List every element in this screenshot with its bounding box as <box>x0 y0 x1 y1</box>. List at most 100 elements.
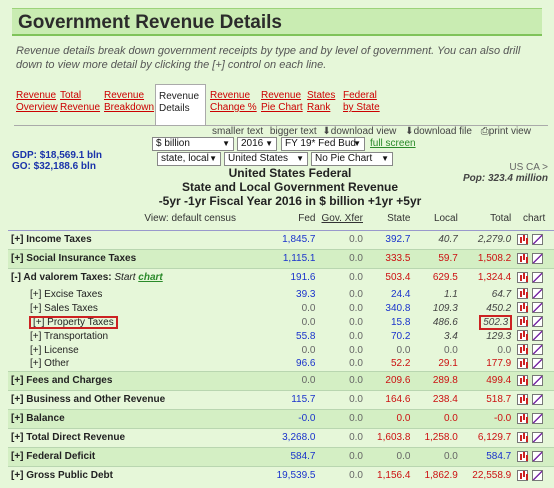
row-label[interactable]: [+] Sales Taxes <box>8 301 239 315</box>
bar-chart-icon[interactable] <box>517 316 529 328</box>
line-chart-icon[interactable] <box>532 344 544 356</box>
line-chart-icon[interactable] <box>532 288 544 300</box>
level-select[interactable]: state, local ▼ <box>157 152 221 166</box>
fed-value: 3,268.0 <box>238 427 319 447</box>
tab-total-revenue[interactable]: Total Revenue <box>60 90 100 114</box>
col-total[interactable]: Total <box>460 208 515 231</box>
tab-revenue-change[interactable]: Revenue Change % <box>210 90 258 114</box>
total-value: 502.3 <box>461 314 514 330</box>
row-label[interactable]: [+] Total Direct Revenue <box>8 427 239 447</box>
col-gov-xfer[interactable]: Gov. Xfer <box>318 208 366 231</box>
bar-chart-icon[interactable] <box>517 252 529 264</box>
row-label-text[interactable]: [-] Ad valorem Taxes: <box>11 272 112 283</box>
tab-federal-by-state[interactable]: Federal by State <box>343 90 383 114</box>
row-label[interactable]: [+] License <box>8 343 239 357</box>
col-state[interactable]: State <box>366 208 414 231</box>
col-view: View: default census <box>8 208 239 231</box>
state-value: 1,156.4 <box>366 465 414 485</box>
line-chart-icon[interactable] <box>532 393 544 405</box>
bar-chart-icon[interactable] <box>517 358 529 370</box>
bar-chart-icon[interactable] <box>517 450 529 462</box>
tab-revenue-breakdown[interactable]: Revenue Breakdown <box>104 90 156 114</box>
line-chart-icon[interactable] <box>532 330 544 342</box>
row-label[interactable]: [+] Federal Deficit <box>8 446 239 466</box>
state-value: 164.6 <box>366 389 414 409</box>
row-label[interactable]: [+] Transportation <box>8 329 239 343</box>
row-label: [-] Ad valorem Taxes: Start chart <box>8 267 239 287</box>
tab-revenue-details[interactable]: Revenue Details <box>155 84 206 126</box>
row-label[interactable]: [+] Social Insurance Taxes <box>8 248 239 268</box>
bar-chart-icon[interactable] <box>517 233 529 245</box>
chart-links <box>514 329 554 343</box>
state-value: 70.2 <box>390 330 411 342</box>
region-nav[interactable]: US CA > <box>463 162 548 173</box>
row-label[interactable]: [+] Gross Public Debt <box>8 465 239 485</box>
row-label[interactable]: [+] Business and Other Revenue <box>8 389 239 409</box>
download-view-link[interactable]: ⬇download view <box>322 126 396 137</box>
col-fed[interactable]: Fed <box>238 208 319 231</box>
line-chart-icon[interactable] <box>532 252 544 264</box>
download-icon: ⬇ <box>405 126 414 137</box>
budget-select[interactable]: FY 19* Fed Bud ▼ <box>281 137 365 151</box>
row-label[interactable]: [+] Other <box>8 357 239 371</box>
chevron-down-icon: ▼ <box>353 139 361 148</box>
smaller-text-link[interactable]: smaller text <box>212 126 263 137</box>
bar-chart-icon[interactable] <box>517 393 529 405</box>
line-chart-icon[interactable] <box>532 302 544 314</box>
col-local[interactable]: Local <box>413 208 461 231</box>
local-value: 1.1 <box>443 288 458 300</box>
row-label[interactable]: [+] Fees and Charges <box>8 370 239 390</box>
heading-line3: -5yr -1yr Fiscal Year 2016 in $ billion … <box>158 194 422 208</box>
local-value: 486.6 <box>432 316 458 328</box>
fed-value: 0.0 <box>301 344 316 356</box>
bar-chart-icon[interactable] <box>517 344 529 356</box>
pie-chart-select[interactable]: No Pie Chart ▼ <box>311 152 393 166</box>
bar-chart-icon[interactable] <box>517 302 529 314</box>
property-taxes-label[interactable]: [+] Property Taxes <box>29 315 118 329</box>
start-chart-link[interactable]: chart <box>138 272 162 283</box>
line-chart-icon[interactable] <box>532 431 544 443</box>
fed-value: 0.0 <box>301 316 316 328</box>
line-chart-icon[interactable] <box>532 470 544 482</box>
year-select[interactable]: 2016 ▼ <box>237 137 277 151</box>
heading-line2: State and Local Government Revenue <box>181 180 399 194</box>
local-value: 109.3 <box>432 302 458 314</box>
local-value: 0.0 <box>413 446 461 466</box>
row-label[interactable]: [+] Income Taxes <box>8 229 239 249</box>
bar-chart-icon[interactable] <box>517 412 529 424</box>
chevron-down-icon: ▼ <box>265 139 273 148</box>
tab-revenue-pie-chart[interactable]: Revenue Pie Chart <box>261 90 303 114</box>
bar-chart-icon[interactable] <box>517 288 529 300</box>
tab-revenue-overview[interactable]: Revenue Overview <box>16 90 58 114</box>
line-chart-icon[interactable] <box>532 412 544 424</box>
line-chart-icon[interactable] <box>532 358 544 370</box>
full-screen-link[interactable]: full screen <box>370 138 416 149</box>
fed-value: 1,115.1 <box>238 248 319 268</box>
chevron-down-icon: ▼ <box>209 154 217 163</box>
row-label[interactable]: [+] Excise Taxes <box>8 287 239 301</box>
local-value: 40.7 <box>413 229 461 249</box>
chart-links <box>514 389 554 409</box>
bigger-text-link[interactable]: bigger text <box>270 126 317 137</box>
line-chart-icon[interactable] <box>532 272 544 284</box>
region-select[interactable]: United States ▼ <box>224 152 308 166</box>
chart-links <box>514 446 554 466</box>
line-chart-icon[interactable] <box>532 450 544 462</box>
table-row: [+] Federal Deficit 584.7 0.0 0.0 0.0 58… <box>8 446 554 466</box>
line-chart-icon[interactable] <box>532 233 544 245</box>
bar-chart-icon[interactable] <box>517 374 529 386</box>
bar-chart-icon[interactable] <box>517 330 529 342</box>
line-chart-icon[interactable] <box>532 316 544 328</box>
unit-select[interactable]: $ billion ▼ <box>152 137 234 151</box>
bar-chart-icon[interactable] <box>517 272 529 284</box>
download-file-link[interactable]: ⬇download file <box>405 126 472 137</box>
print-view-link[interactable]: ⎙print view <box>481 126 531 137</box>
bar-chart-icon[interactable] <box>517 431 529 443</box>
bar-chart-icon[interactable] <box>517 470 529 482</box>
line-chart-icon[interactable] <box>532 374 544 386</box>
tab-states-rank[interactable]: States Rank <box>307 90 337 114</box>
state-value: 340.8 <box>385 302 411 314</box>
chart-links <box>514 315 554 329</box>
table-row: [+] Sales Taxes 0.0 0.0 340.8 109.3 450.… <box>8 301 554 315</box>
row-label[interactable]: [+] Balance <box>8 408 239 428</box>
